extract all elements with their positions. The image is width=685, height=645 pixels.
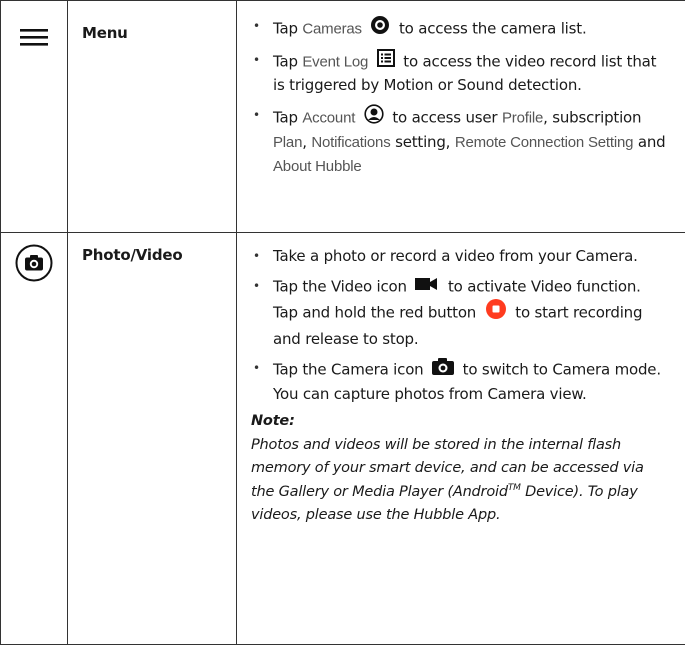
camera-circle-icon[interactable] <box>15 244 53 286</box>
menu-bullet-list: Tap Cameras to access the camera list. T… <box>237 1 685 178</box>
menu-icon-cell <box>1 1 68 233</box>
bullet-text: , subscription <box>543 108 641 126</box>
profile-term: Profile <box>502 109 543 126</box>
event-log-term: Event Log <box>302 53 368 70</box>
bullet-event-log: Tap Event Log to access the video record… <box>251 49 670 98</box>
video-camera-icon <box>415 275 439 299</box>
bullet-text: Tap <box>273 52 298 70</box>
bullet-text: , <box>302 133 307 151</box>
remote-connection-term: Remote Connection Setting <box>455 134 633 151</box>
cameras-term: Cameras <box>302 20 361 37</box>
menu-description-cell: Tap Cameras to access the camera list. T… <box>237 1 685 233</box>
record-button-icon <box>485 298 507 328</box>
photo-video-bullet-list: Take a photo or record a video from your… <box>237 233 685 406</box>
bullet-account: Tap Account to access user Profile, subs… <box>251 104 670 179</box>
feature-table: Menu Tap Cameras to access the camera li… <box>0 0 685 645</box>
feature-name-menu: Menu <box>68 1 236 42</box>
plan-term: Plan <box>273 134 302 151</box>
account-term: Account <box>302 109 355 126</box>
bullet-text: Tap <box>273 19 298 37</box>
bullet-text: to access user <box>392 108 497 126</box>
photo-video-name-cell: Photo/Video <box>68 233 237 645</box>
camera-icon <box>432 357 454 383</box>
bullet-text: to access the camera list. <box>399 19 587 37</box>
notifications-term: Notifications <box>311 134 390 151</box>
account-user-icon <box>364 104 384 132</box>
feature-name-photo-video: Photo/Video <box>68 233 236 264</box>
bullet-video: Tap the Video icon to activate Video fun… <box>251 275 670 352</box>
menu-name-cell: Menu <box>68 1 237 233</box>
photo-video-row: Photo/Video Take a photo or record a vid… <box>1 233 685 645</box>
cameras-target-icon <box>370 15 390 43</box>
bullet-text: Take a photo or record a video from your… <box>273 247 638 265</box>
menu-row: Menu Tap Cameras to access the camera li… <box>1 1 685 233</box>
note-title: Note: <box>251 410 670 434</box>
hamburger-menu-icon[interactable] <box>20 27 48 51</box>
bullet-take-photo: Take a photo or record a video from your… <box>251 245 670 269</box>
photo-video-icon-cell <box>1 233 68 645</box>
trademark-superscript: TM <box>508 483 521 493</box>
note-block: Note: Photos and videos will be stored i… <box>237 410 685 528</box>
bullet-text: and <box>638 133 666 151</box>
bullet-cameras: Tap Cameras to access the camera list. <box>251 15 670 43</box>
about-hubble-term: About Hubble <box>273 158 362 175</box>
bullet-camera: Tap the Camera icon to switch to Camera … <box>251 357 670 406</box>
bullet-text: Tap <box>273 108 298 126</box>
bullet-text: Tap the Video icon <box>273 277 407 295</box>
photo-video-description-cell: Take a photo or record a video from your… <box>237 233 685 645</box>
bullet-text: Tap the Camera icon <box>273 361 423 379</box>
bullet-text: setting, <box>395 133 450 151</box>
event-log-list-icon <box>377 49 395 75</box>
